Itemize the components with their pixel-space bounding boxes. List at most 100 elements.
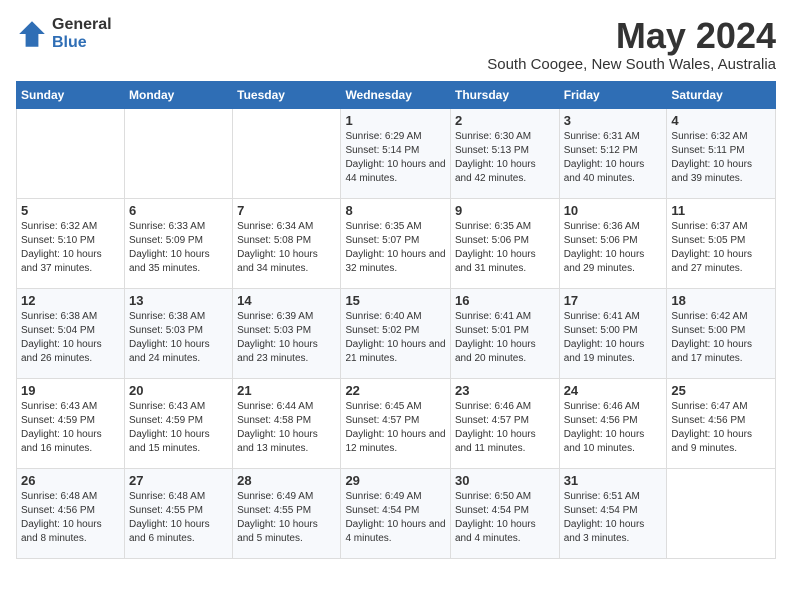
calendar-week-row: 1 Sunrise: 6:29 AMSunset: 5:14 PMDaylight… xyxy=(17,108,776,198)
day-number: 4 xyxy=(671,113,771,128)
calendar-cell: 1 Sunrise: 6:29 AMSunset: 5:14 PMDaylight… xyxy=(341,108,451,198)
day-info: Sunrise: 6:43 AMSunset: 4:59 PMDaylight:… xyxy=(129,400,228,456)
calendar-cell: 3 Sunrise: 6:31 AMSunset: 5:12 PMDaylight… xyxy=(559,108,667,198)
calendar-cell xyxy=(233,108,341,198)
day-info: Sunrise: 6:29 AMSunset: 5:14 PMDaylight:… xyxy=(345,130,446,186)
page-header: General Blue May 2024 South Coogee, New … xyxy=(16,16,776,73)
weekday-header: Saturday xyxy=(667,81,776,108)
calendar-cell: 18 Sunrise: 6:42 AMSunset: 5:00 PMDayligh… xyxy=(667,288,776,378)
weekday-header: Monday xyxy=(125,81,233,108)
day-info: Sunrise: 6:46 AMSunset: 4:57 PMDaylight:… xyxy=(455,400,555,456)
day-info: Sunrise: 6:46 AMSunset: 4:56 PMDaylight:… xyxy=(564,400,663,456)
day-number: 14 xyxy=(237,293,336,308)
calendar-week-row: 26Sunrise: 6:48 AMSunset: 4:56 PMDayligh… xyxy=(17,468,776,558)
calendar-cell: 13Sunrise: 6:38 AMSunset: 5:03 PMDayligh… xyxy=(125,288,233,378)
calendar-week-row: 19 Sunrise: 6:43 AMSunset: 4:59 PMDayligh… xyxy=(17,378,776,468)
calendar-cell: 21 Sunrise: 6:44 AMSunset: 4:58 PMDayligh… xyxy=(233,378,341,468)
day-number: 11 xyxy=(671,203,771,218)
calendar-cell: 26Sunrise: 6:48 AMSunset: 4:56 PMDayligh… xyxy=(17,468,125,558)
calendar-cell: 15 Sunrise: 6:40 AMSunset: 5:02 PMDayligh… xyxy=(341,288,451,378)
day-number: 3 xyxy=(564,113,663,128)
calendar-cell: 12Sunrise: 6:38 AMSunset: 5:04 PMDayligh… xyxy=(17,288,125,378)
day-info: Sunrise: 6:33 AMSunset: 5:09 PMDaylight:… xyxy=(129,220,228,276)
day-info: Sunrise: 6:31 AMSunset: 5:12 PMDaylight:… xyxy=(564,130,663,186)
day-info: Sunrise: 6:40 AMSunset: 5:02 PMDaylight:… xyxy=(345,310,446,366)
calendar-cell: 4 Sunrise: 6:32 AMSunset: 5:11 PMDaylight… xyxy=(667,108,776,198)
calendar-cell: 23 Sunrise: 6:46 AMSunset: 4:57 PMDayligh… xyxy=(450,378,559,468)
calendar-cell: 11 Sunrise: 6:37 AMSunset: 5:05 PMDayligh… xyxy=(667,198,776,288)
calendar-cell xyxy=(667,468,776,558)
day-info: Sunrise: 6:49 AMSunset: 4:55 PMDaylight:… xyxy=(237,490,336,546)
day-info: Sunrise: 6:41 AMSunset: 5:01 PMDaylight:… xyxy=(455,310,555,366)
day-info: Sunrise: 6:38 AMSunset: 5:03 PMDaylight:… xyxy=(129,310,228,366)
weekday-header: Wednesday xyxy=(341,81,451,108)
day-number: 10 xyxy=(564,203,663,218)
calendar-cell: 30 Sunrise: 6:50 AMSunset: 4:54 PMDayligh… xyxy=(450,468,559,558)
calendar-cell: 14 Sunrise: 6:39 AMSunset: 5:03 PMDayligh… xyxy=(233,288,341,378)
calendar-cell xyxy=(17,108,125,198)
calendar-cell: 19 Sunrise: 6:43 AMSunset: 4:59 PMDayligh… xyxy=(17,378,125,468)
day-info: Sunrise: 6:32 AMSunset: 5:10 PMDaylight:… xyxy=(21,220,120,276)
day-number: 24 xyxy=(564,383,663,398)
title-area: May 2024 South Coogee, New South Wales, … xyxy=(487,16,776,73)
location: South Coogee, New South Wales, Australia xyxy=(487,56,776,73)
day-number: 7 xyxy=(237,203,336,218)
day-number: 16 xyxy=(455,293,555,308)
day-number: 9 xyxy=(455,203,555,218)
day-info: Sunrise: 6:39 AMSunset: 5:03 PMDaylight:… xyxy=(237,310,336,366)
day-info: Sunrise: 6:30 AMSunset: 5:13 PMDaylight:… xyxy=(455,130,555,186)
day-number: 1 xyxy=(345,113,446,128)
day-info: Sunrise: 6:36 AMSunset: 5:06 PMDaylight:… xyxy=(564,220,663,276)
weekday-header: Sunday xyxy=(17,81,125,108)
calendar-cell: 6Sunrise: 6:33 AMSunset: 5:09 PMDaylight… xyxy=(125,198,233,288)
day-info: Sunrise: 6:34 AMSunset: 5:08 PMDaylight:… xyxy=(237,220,336,276)
day-number: 23 xyxy=(455,383,555,398)
day-number: 31 xyxy=(564,473,663,488)
logo-icon xyxy=(16,18,48,50)
day-number: 29 xyxy=(345,473,446,488)
logo-general: General xyxy=(52,16,112,34)
logo: General Blue xyxy=(16,16,112,51)
day-number: 21 xyxy=(237,383,336,398)
calendar-cell: 25 Sunrise: 6:47 AMSunset: 4:56 PMDayligh… xyxy=(667,378,776,468)
day-info: Sunrise: 6:38 AMSunset: 5:04 PMDaylight:… xyxy=(21,310,120,366)
day-info: Sunrise: 6:48 AMSunset: 4:55 PMDaylight:… xyxy=(129,490,228,546)
weekday-header: Thursday xyxy=(450,81,559,108)
calendar-week-row: 5 Sunrise: 6:32 AMSunset: 5:10 PMDaylight… xyxy=(17,198,776,288)
header-row: SundayMondayTuesdayWednesdayThursdayFrid… xyxy=(17,81,776,108)
calendar-cell: 22 Sunrise: 6:45 AMSunset: 4:57 PMDayligh… xyxy=(341,378,451,468)
calendar-cell: 29Sunrise: 6:49 AMSunset: 4:54 PMDayligh… xyxy=(341,468,451,558)
day-number: 19 xyxy=(21,383,120,398)
day-info: Sunrise: 6:48 AMSunset: 4:56 PMDaylight:… xyxy=(21,490,120,546)
calendar-cell xyxy=(125,108,233,198)
day-info: Sunrise: 6:43 AMSunset: 4:59 PMDaylight:… xyxy=(21,400,120,456)
calendar-table: SundayMondayTuesdayWednesdayThursdayFrid… xyxy=(16,81,776,559)
day-info: Sunrise: 6:42 AMSunset: 5:00 PMDaylight:… xyxy=(671,310,771,366)
day-number: 15 xyxy=(345,293,446,308)
calendar-cell: 8Sunrise: 6:35 AMSunset: 5:07 PMDaylight… xyxy=(341,198,451,288)
day-info: Sunrise: 6:35 AMSunset: 5:06 PMDaylight:… xyxy=(455,220,555,276)
calendar-week-row: 12Sunrise: 6:38 AMSunset: 5:04 PMDayligh… xyxy=(17,288,776,378)
day-number: 25 xyxy=(671,383,771,398)
day-info: Sunrise: 6:44 AMSunset: 4:58 PMDaylight:… xyxy=(237,400,336,456)
day-info: Sunrise: 6:45 AMSunset: 4:57 PMDaylight:… xyxy=(345,400,446,456)
logo-blue: Blue xyxy=(52,34,112,52)
calendar-cell: 27Sunrise: 6:48 AMSunset: 4:55 PMDayligh… xyxy=(125,468,233,558)
day-info: Sunrise: 6:51 AMSunset: 4:54 PMDaylight:… xyxy=(564,490,663,546)
day-number: 22 xyxy=(345,383,446,398)
calendar-cell: 9 Sunrise: 6:35 AMSunset: 5:06 PMDaylight… xyxy=(450,198,559,288)
day-number: 20 xyxy=(129,383,228,398)
day-info: Sunrise: 6:50 AMSunset: 4:54 PMDaylight:… xyxy=(455,490,555,546)
day-info: Sunrise: 6:37 AMSunset: 5:05 PMDaylight:… xyxy=(671,220,771,276)
month-title: May 2024 xyxy=(487,16,776,56)
day-number: 30 xyxy=(455,473,555,488)
day-number: 8 xyxy=(345,203,446,218)
calendar-cell: 31 Sunrise: 6:51 AMSunset: 4:54 PMDayligh… xyxy=(559,468,667,558)
day-number: 5 xyxy=(21,203,120,218)
day-info: Sunrise: 6:47 AMSunset: 4:56 PMDaylight:… xyxy=(671,400,771,456)
day-number: 18 xyxy=(671,293,771,308)
day-info: Sunrise: 6:32 AMSunset: 5:11 PMDaylight:… xyxy=(671,130,771,186)
calendar-cell: 24 Sunrise: 6:46 AMSunset: 4:56 PMDayligh… xyxy=(559,378,667,468)
calendar-cell: 17Sunrise: 6:41 AMSunset: 5:00 PMDayligh… xyxy=(559,288,667,378)
calendar-cell: 16 Sunrise: 6:41 AMSunset: 5:01 PMDayligh… xyxy=(450,288,559,378)
